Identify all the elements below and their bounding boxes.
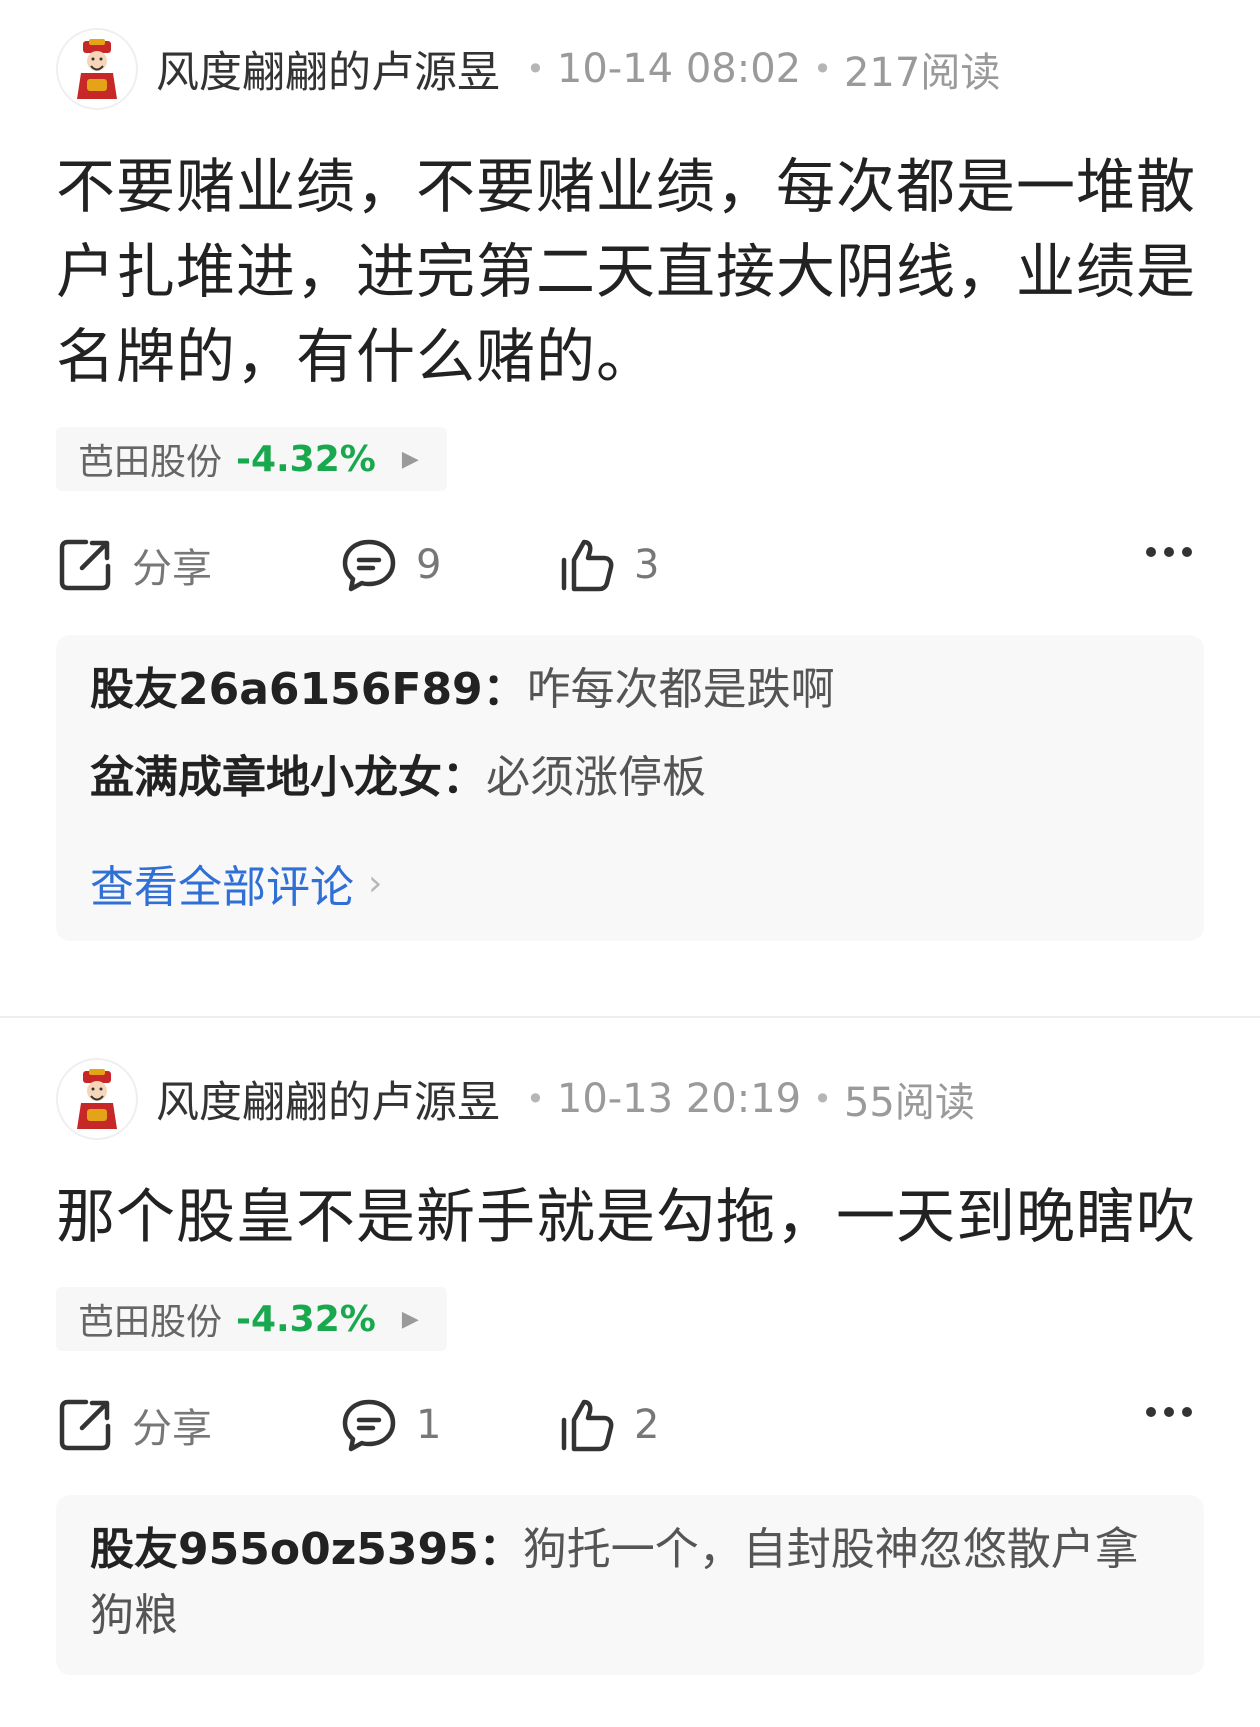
separator-dot: •	[526, 1080, 545, 1118]
god-of-wealth-icon	[77, 1069, 117, 1129]
thumbs-up-icon	[561, 1399, 614, 1452]
author-row: 风度翩翩的卢源昱 • 10-13 20:19 • 55阅读	[56, 1054, 1204, 1144]
post-meta: • 10-14 08:02 • 217阅读	[514, 40, 1000, 98]
more-dot	[1164, 547, 1174, 557]
author-row: 风度翩翩的卢源昱 • 10-14 08:02 • 217阅读	[56, 24, 1204, 114]
comment-user[interactable]: 股友955o0z5395：	[90, 1524, 523, 1575]
more-dot	[1182, 1407, 1192, 1417]
more-dot	[1146, 547, 1156, 557]
action-bar: 分享 1 2	[56, 1385, 1204, 1465]
post-text[interactable]: 不要赌业绩，不要赌业绩，每次都是一堆散户扎堆进，进完第二天直接大阴线，业绩是名牌…	[56, 144, 1204, 399]
share-button[interactable]: 分享	[56, 536, 340, 594]
like-button[interactable]: 3	[558, 536, 758, 594]
avatar[interactable]	[56, 1058, 138, 1140]
avatar[interactable]	[56, 28, 138, 110]
post-time: 10-13 20:19	[556, 1076, 802, 1122]
like-button[interactable]: 2	[558, 1396, 758, 1454]
comment-count: 9	[416, 542, 442, 588]
more-dot	[1164, 1407, 1174, 1417]
comment-preview: 股友955o0z5395：狗托一个，自封股神忽悠散户拿狗粮	[56, 1495, 1204, 1675]
comment-count: 1	[416, 1402, 442, 1448]
comment-text: 必须涨停板	[486, 752, 706, 803]
comment-preview: 股友26a6156F89：咋每次都是跌啊 盆满成章地小龙女：必须涨停板 查看全部…	[56, 635, 1204, 941]
thumbs-up-icon	[561, 539, 614, 592]
stock-tag[interactable]: 芭田股份 -4.32% ▶	[56, 1287, 447, 1351]
like-count: 2	[634, 1402, 660, 1448]
play-arrow-icon: ▶	[401, 446, 419, 472]
comment-icon	[342, 539, 396, 592]
read-count: 55阅读	[843, 1080, 975, 1126]
separator-dot: •	[813, 1080, 832, 1118]
stock-name: 芭田股份	[78, 442, 223, 483]
post-meta: • 10-13 20:19 • 55阅读	[514, 1070, 975, 1128]
share-label: 分享	[132, 546, 212, 592]
god-of-wealth-icon	[77, 39, 117, 99]
feed: 风度翩翩的卢源昱 • 10-14 08:02 • 217阅读 不要赌业绩，不要赌…	[0, 24, 1260, 1727]
stock-name: 芭田股份	[78, 1302, 223, 1343]
separator-dot: •	[526, 50, 545, 88]
stock-change: -4.32%	[236, 1298, 376, 1340]
comment-user[interactable]: 盆满成章地小龙女：	[90, 752, 486, 803]
share-button[interactable]: 分享	[56, 1396, 340, 1454]
post-time: 10-14 08:02	[556, 46, 802, 92]
share-icon	[59, 539, 111, 591]
comment-item[interactable]: 股友26a6156F89：咋每次都是跌啊	[90, 657, 1170, 723]
action-bar: 分享 9 3	[56, 525, 1204, 605]
share-icon	[59, 1399, 111, 1451]
read-count: 217阅读	[843, 50, 1001, 96]
stock-change: -4.32%	[236, 438, 376, 480]
play-arrow-icon: ▶	[401, 1306, 419, 1332]
separator-dot: •	[813, 50, 832, 88]
author-name[interactable]: 风度翩翩的卢源昱	[156, 1068, 500, 1130]
comment-item[interactable]: 盆满成章地小龙女：必须涨停板	[90, 745, 1170, 811]
comment-button[interactable]: 9	[340, 536, 558, 594]
more-dot	[1182, 547, 1192, 557]
post-text[interactable]: 那个股皇不是新手就是勾拖，一天到晚瞎吹	[56, 1174, 1204, 1259]
view-all-label: 查看全部评论	[90, 862, 354, 913]
like-count: 3	[634, 542, 660, 588]
post-card: 风度翩翩的卢源昱 • 10-14 08:02 • 217阅读 不要赌业绩，不要赌…	[0, 24, 1260, 1016]
comment-user[interactable]: 股友26a6156F89：	[90, 664, 527, 715]
comment-text: 咋每次都是跌啊	[526, 664, 835, 715]
share-label: 分享	[132, 1406, 212, 1452]
more-options-icon[interactable]	[1146, 1407, 1192, 1417]
comment-item[interactable]: 股友955o0z5395：狗托一个，自封股神忽悠散户拿狗粮	[90, 1517, 1170, 1649]
more-dot	[1146, 1407, 1156, 1417]
post-card: 风度翩翩的卢源昱 • 10-13 20:19 • 55阅读 那个股皇不是新手就是…	[0, 1016, 1260, 1727]
comment-button[interactable]: 1	[340, 1396, 558, 1454]
stock-tag[interactable]: 芭田股份 -4.32% ▶	[56, 427, 447, 491]
author-name[interactable]: 风度翩翩的卢源昱	[156, 38, 500, 100]
more-options-icon[interactable]	[1146, 547, 1192, 557]
chevron-right-icon: ›	[368, 862, 383, 904]
comment-icon	[342, 1399, 396, 1452]
view-all-comments-link[interactable]: 查看全部评论 ›	[90, 851, 382, 915]
